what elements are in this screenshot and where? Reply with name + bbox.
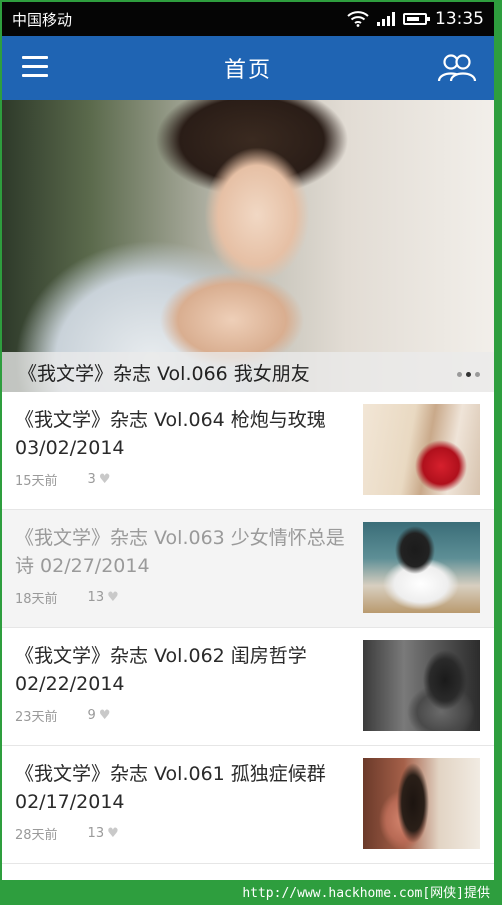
article-title: 《我文学》杂志 Vol.061 孤独症候群 02/17/2014 <box>15 763 326 813</box>
article-thumbnail <box>363 640 480 731</box>
signal-strength-icon <box>377 12 395 26</box>
watermark-text: http://www.hackhome.com[网侠]提供 <box>242 886 490 901</box>
article-thumbnail <box>363 758 480 849</box>
article-thumbnail <box>363 404 480 495</box>
featured-caption: 《我文学》杂志 Vol.066 我女朋友 <box>2 352 494 392</box>
pager-dot <box>475 372 480 377</box>
article-likes: 9 ♥ <box>88 708 111 723</box>
article-likes: 3 ♥ <box>88 472 111 487</box>
like-count: 13 <box>87 590 105 605</box>
pager-dot <box>466 372 471 377</box>
watermark-bar: http://www.hackhome.com[网侠]提供 <box>0 880 502 905</box>
heart-icon: ♥ <box>98 708 111 723</box>
article-age: 28天前 <box>15 828 58 843</box>
article-list: 《我文学》杂志 Vol.064 枪炮与玫瑰 03/02/2014 15天前 3 … <box>2 392 494 864</box>
article-thumbnail <box>363 522 480 613</box>
list-item[interactable]: 《我文学》杂志 Vol.062 闺房哲学 02/22/2014 23天前 9 ♥ <box>2 628 494 746</box>
heart-icon: ♥ <box>107 826 119 841</box>
article-meta: 18天前 13 ♥ <box>15 588 119 607</box>
status-time: 13:35 <box>435 9 484 29</box>
article-title: 《我文学》杂志 Vol.063 少女情怀总是诗 02/27/2014 <box>15 527 345 577</box>
heart-icon: ♥ <box>107 590 119 605</box>
article-title: 《我文学》杂志 Vol.062 闺房哲学 02/22/2014 <box>15 645 307 695</box>
pager-dot <box>457 372 462 377</box>
list-item[interactable]: 《我文学》杂志 Vol.061 孤独症候群 02/17/2014 28天前 13… <box>2 746 494 864</box>
phone-screen: 中国移动 13:35 首页 《我文学》杂志 Vol.066 我女朋友 《我文学》… <box>2 2 494 880</box>
article-age: 18天前 <box>15 592 58 607</box>
like-count: 3 <box>87 472 96 487</box>
battery-level <box>407 17 419 21</box>
article-age: 23天前 <box>15 710 58 725</box>
article-likes: 13 ♥ <box>88 826 119 841</box>
article-meta: 15天前 3 ♥ <box>15 470 110 489</box>
status-bar: 中国移动 13:35 <box>2 2 494 36</box>
article-age: 15天前 <box>15 474 58 489</box>
article-likes: 13 ♥ <box>88 590 119 605</box>
list-item[interactable]: 《我文学》杂志 Vol.064 枪炮与玫瑰 03/02/2014 15天前 3 … <box>2 392 494 510</box>
battery-icon <box>403 13 430 25</box>
page-title: 首页 <box>223 58 272 83</box>
wifi-icon <box>347 11 369 27</box>
hamburger-menu-icon[interactable] <box>22 56 48 80</box>
article-meta: 23天前 9 ♥ <box>15 706 110 725</box>
article-meta: 28天前 13 ♥ <box>15 824 119 843</box>
status-icons: 13:35 <box>347 9 484 29</box>
carrier-name: 中国移动 <box>12 10 73 29</box>
app-header: 首页 <box>2 36 494 100</box>
carousel-pager <box>457 372 480 377</box>
like-count: 9 <box>87 708 96 723</box>
list-item[interactable]: 《我文学》杂志 Vol.063 少女情怀总是诗 02/27/2014 18天前 … <box>2 510 494 628</box>
people-group-icon[interactable] <box>436 52 478 84</box>
article-title: 《我文学》杂志 Vol.064 枪炮与玫瑰 03/02/2014 <box>15 409 326 459</box>
featured-banner[interactable]: 《我文学》杂志 Vol.066 我女朋友 <box>2 100 494 392</box>
like-count: 13 <box>87 826 105 841</box>
heart-icon: ♥ <box>98 472 111 487</box>
